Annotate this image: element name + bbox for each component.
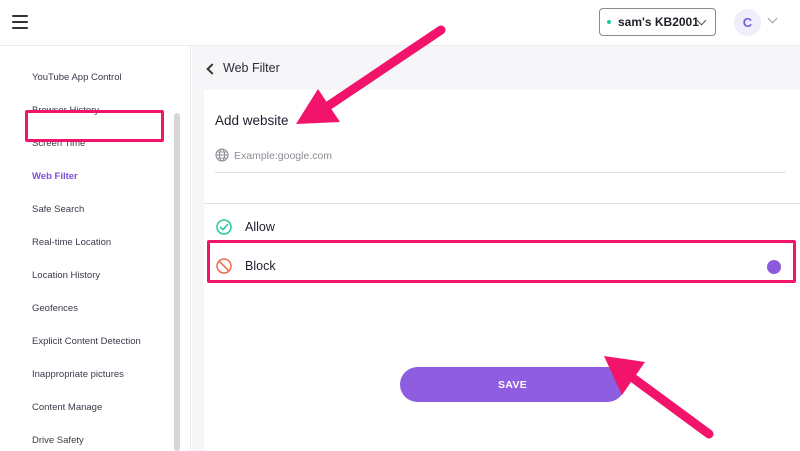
back-button[interactable]: Web Filter bbox=[206, 61, 280, 75]
device-selector[interactable]: sam's KB2001 bbox=[599, 8, 716, 36]
sidebar: YouTube App Control Browser History Scre… bbox=[0, 46, 191, 451]
sidebar-item-inappropriate-pictures[interactable]: Inappropriate pictures bbox=[32, 369, 124, 380]
sidebar-item-location-history[interactable]: Location History bbox=[32, 270, 100, 281]
sidebar-item-safe-search[interactable]: Safe Search bbox=[32, 204, 84, 215]
avatar[interactable]: C bbox=[734, 9, 761, 36]
add-website-title: Add website bbox=[215, 113, 289, 128]
hamburger-menu-icon[interactable] bbox=[12, 15, 28, 29]
online-status-dot bbox=[607, 20, 611, 24]
section-divider bbox=[204, 203, 800, 204]
sidebar-item-content-manage[interactable]: Content Manage bbox=[32, 402, 102, 413]
check-circle-icon bbox=[216, 219, 232, 235]
device-name: sam's KB2001 bbox=[618, 15, 699, 29]
allow-label: Allow bbox=[245, 220, 275, 234]
sidebar-item-geofences[interactable]: Geofences bbox=[32, 303, 78, 314]
sidebar-scrollbar[interactable] bbox=[174, 113, 180, 451]
page-title: Web Filter bbox=[223, 61, 280, 75]
globe-icon bbox=[215, 148, 229, 162]
input-underline bbox=[215, 172, 786, 173]
avatar-chevron-down-icon[interactable] bbox=[767, 13, 778, 24]
sidebar-item-explicit-content-detection[interactable]: Explicit Content Detection bbox=[32, 336, 141, 347]
save-button[interactable]: SAVE bbox=[400, 367, 625, 402]
sidebar-item-real-time-location[interactable]: Real-time Location bbox=[32, 237, 111, 248]
top-header: sam's KB2001 C bbox=[0, 0, 800, 46]
sidebar-item-drive-safety[interactable]: Drive Safety bbox=[32, 435, 84, 446]
block-option-highlight-box bbox=[207, 240, 796, 283]
sidebar-item-youtube-app-control[interactable]: YouTube App Control bbox=[32, 72, 122, 83]
website-url-input[interactable] bbox=[234, 146, 786, 165]
web-filter-highlight-box bbox=[25, 110, 164, 142]
chevron-left-icon bbox=[206, 62, 218, 75]
sidebar-item-web-filter[interactable]: Web Filter bbox=[32, 171, 78, 182]
